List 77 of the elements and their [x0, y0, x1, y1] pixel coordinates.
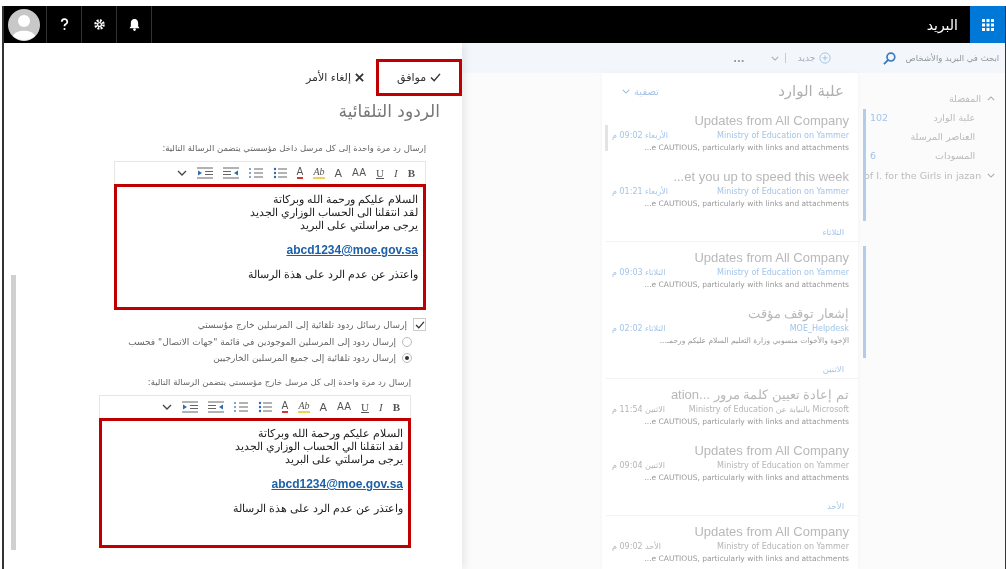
- font-color-button[interactable]: A: [281, 401, 289, 413]
- message-time: الثلاثاء 02:02 م: [612, 324, 666, 333]
- bullets-button[interactable]: [257, 401, 272, 413]
- message-line: واعتذر عن عدم الرد على هذة الرسالة: [247, 268, 418, 281]
- indent-button[interactable]: [196, 167, 213, 179]
- message-sender: Microsoft بالنيابة عن Ministry of Education: [688, 405, 849, 414]
- message-sender: Ministry of Education on Yammer: [717, 131, 849, 140]
- message-line: لقد انتقلنا الى الحساب الوزاري الجديد: [249, 206, 418, 219]
- message-sender: MOE_Helpdesk: [789, 324, 849, 333]
- message-line: لقد انتقلنا الي الحساب الوزاري الجديد: [234, 440, 403, 453]
- grow-font-button[interactable]: A: [334, 167, 343, 179]
- email-link[interactable]: abcd1234@moe.gov.sa: [271, 477, 403, 491]
- avatar-icon[interactable]: [8, 8, 40, 41]
- day-header: الأحد: [606, 495, 858, 516]
- check-icon: [430, 72, 442, 82]
- message-line: السلام عليكم ورحمة الله وبركاتة: [257, 427, 403, 440]
- indent-button[interactable]: [181, 401, 198, 413]
- font-color-button[interactable]: A: [296, 167, 304, 179]
- inbox-title: علبة الوارد: [778, 82, 844, 100]
- message-line: السلام عليكم ورحمة الله وبركاتة: [272, 193, 418, 206]
- outdent-button[interactable]: [222, 167, 239, 179]
- plus-icon: [819, 52, 832, 64]
- radio-label: إرسال ردود تلقائية إلى جميع المرسلين الخارجيين: [213, 353, 396, 363]
- bold-button[interactable]: B: [407, 167, 415, 179]
- underline-button[interactable]: U: [361, 401, 369, 413]
- font-size-button[interactable]: AA: [337, 402, 352, 412]
- message-time: الاثنين 09:04 م: [612, 461, 666, 470]
- email-link[interactable]: abcd1234@moe.gov.sa: [286, 243, 418, 257]
- message-subject: et you up to speed this week...: [672, 169, 849, 184]
- search-icon[interactable]: [882, 51, 896, 65]
- scrollbar[interactable]: [11, 275, 16, 550]
- ok-button[interactable]: موافق: [376, 58, 462, 96]
- underline-button[interactable]: U: [376, 167, 384, 179]
- outdent-button[interactable]: [207, 401, 224, 413]
- close-icon: [355, 72, 364, 82]
- panel-title: الردود التلقائية: [337, 101, 440, 121]
- message-sender: Ministry of Education on Yammer: [717, 187, 849, 196]
- bold-button[interactable]: B: [392, 401, 400, 413]
- message-line: يرجى مراسلتي على البريد: [299, 219, 418, 232]
- message-subject: Updates from All Company: [693, 250, 849, 265]
- message-sender: Ministry of Education on Yammer: [717, 268, 849, 277]
- message-time: الأربعاء 09:02 م: [612, 131, 669, 140]
- message-sender: Ministry of Education on Yammer: [717, 461, 849, 470]
- bullets-button[interactable]: [272, 167, 287, 179]
- cancel-button[interactable]: إلغاء الأمر: [299, 69, 370, 85]
- message-subject: Updates from All Company: [693, 113, 849, 128]
- numbering-button[interactable]: [233, 401, 248, 413]
- message-time: الاثنين 11:54 م: [612, 405, 666, 414]
- font-size-button[interactable]: AA: [352, 168, 367, 178]
- message-time: الأربعاء 01:21 م: [612, 187, 669, 196]
- chevron-down-icon: [622, 88, 630, 94]
- app-title: البريد: [926, 16, 958, 33]
- message-sender: Ministry of Education on Yammer: [717, 542, 849, 551]
- highlight-button[interactable]: Ab: [313, 167, 325, 179]
- message-subject: Updates from All Company: [693, 524, 849, 539]
- message-subject: تم إعادة تعيين كلمة مرور ...ation: [669, 387, 849, 402]
- chevron-down-icon[interactable]: [176, 170, 187, 176]
- message-line: واعتذر عن عدم الرد على هذة الرسالة: [232, 502, 403, 515]
- numbering-button[interactable]: [248, 167, 263, 179]
- day-header: الاثنين: [606, 358, 858, 379]
- italic-button[interactable]: I: [379, 401, 383, 413]
- italic-button[interactable]: I: [394, 167, 398, 179]
- checkbox-label: إرسال رسائل ردود تلقائية إلى المرسلين خارج مؤسستي: [197, 319, 407, 330]
- grow-font-button[interactable]: A: [319, 401, 328, 413]
- message-subject: Updates from All Company: [693, 443, 849, 458]
- chevron-down-icon[interactable]: [161, 404, 172, 410]
- message-time: الأحد 09:02 م: [612, 542, 662, 551]
- instruction-text: إرسال رد مرة واحدة إلى كل مرسل داخل مؤسستي يتضمن الرسالة التالية:: [161, 143, 426, 153]
- checkbox[interactable]: [413, 318, 426, 331]
- app-launcher-icon[interactable]: [970, 6, 1005, 43]
- day-header: الثلاثاء: [606, 221, 858, 242]
- message-subject: إشعار توقف مؤقت: [746, 306, 849, 321]
- instruction-text: إرسال رد مرة واحدة إلى كل مرسل خارج مؤسستي يتضمن الرسالة التالية:: [146, 377, 411, 387]
- radio-label: إرسال ردود إلى المرسلين الموجودين في قائمة "جهات الاتصال" فحسب: [128, 337, 396, 347]
- message-line: يرجى مراسلتي على البريد: [284, 453, 403, 466]
- highlight-button[interactable]: Ab: [298, 401, 310, 413]
- message-time: الثلاثاء 09:03 م: [612, 268, 666, 277]
